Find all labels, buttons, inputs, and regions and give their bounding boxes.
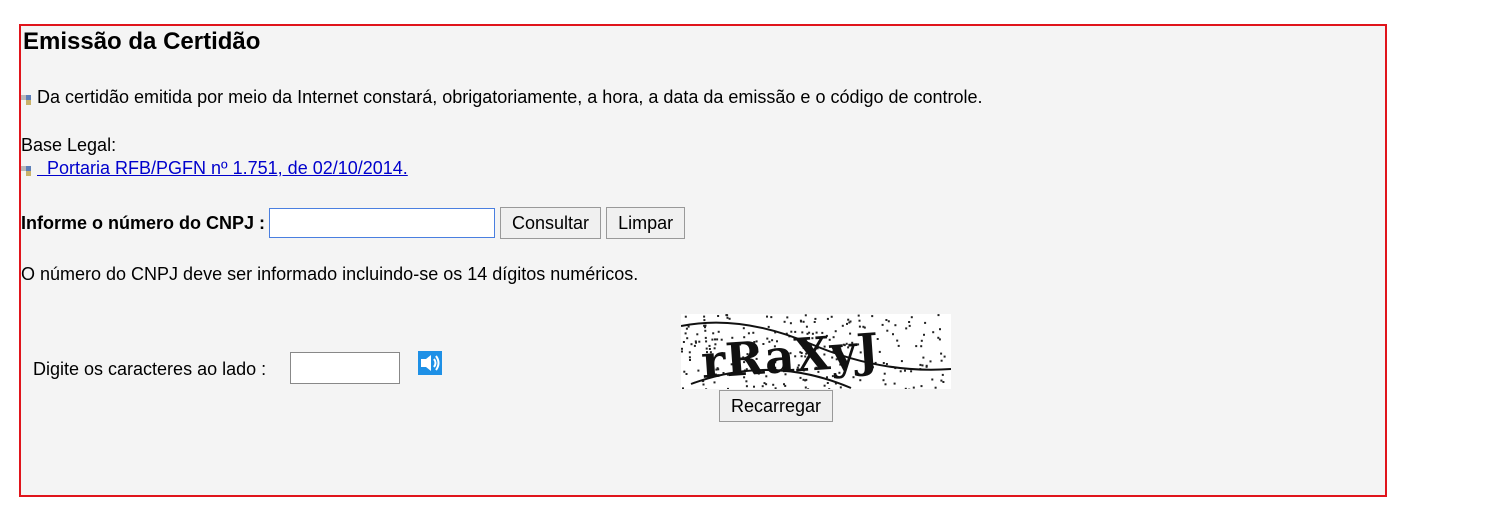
- notice-line: Da certidão emitida por meio da Internet…: [21, 87, 983, 108]
- page-title: Emissão da Certidão: [23, 28, 261, 55]
- cnpj-row: Informe o número do CNPJ : Consultar Lim…: [21, 207, 690, 239]
- speaker-icon[interactable]: [418, 351, 442, 375]
- captcha-label: Digite os caracteres ao lado :: [33, 359, 267, 379]
- notice-text: Da certidão emitida por meio da Internet…: [37, 87, 983, 107]
- consultar-button[interactable]: Consultar: [500, 207, 602, 239]
- bullet-icon: [21, 162, 35, 176]
- recarregar-button[interactable]: Recarregar: [719, 390, 834, 422]
- captcha-input[interactable]: [290, 352, 400, 384]
- cnpj-input[interactable]: [269, 208, 496, 238]
- cnpj-label: Informe o número do CNPJ :: [21, 212, 266, 233]
- cnpj-info-text: O número do CNPJ deve ser informado incl…: [21, 264, 639, 284]
- captcha-image: rRaXyJ: [680, 314, 952, 391]
- base-legal-line: Portaria RFB/PGFN nº 1.751, de 02/10/201…: [21, 158, 408, 179]
- base-legal-link[interactable]: Portaria RFB/PGFN nº 1.751, de 02/10/201…: [37, 158, 408, 179]
- bullet-icon: [21, 91, 35, 105]
- base-legal-label: Base Legal:: [21, 135, 117, 155]
- certidao-panel: Emissão da Certidão Da certidão emitida …: [19, 24, 1387, 497]
- limpar-button[interactable]: Limpar: [606, 207, 686, 239]
